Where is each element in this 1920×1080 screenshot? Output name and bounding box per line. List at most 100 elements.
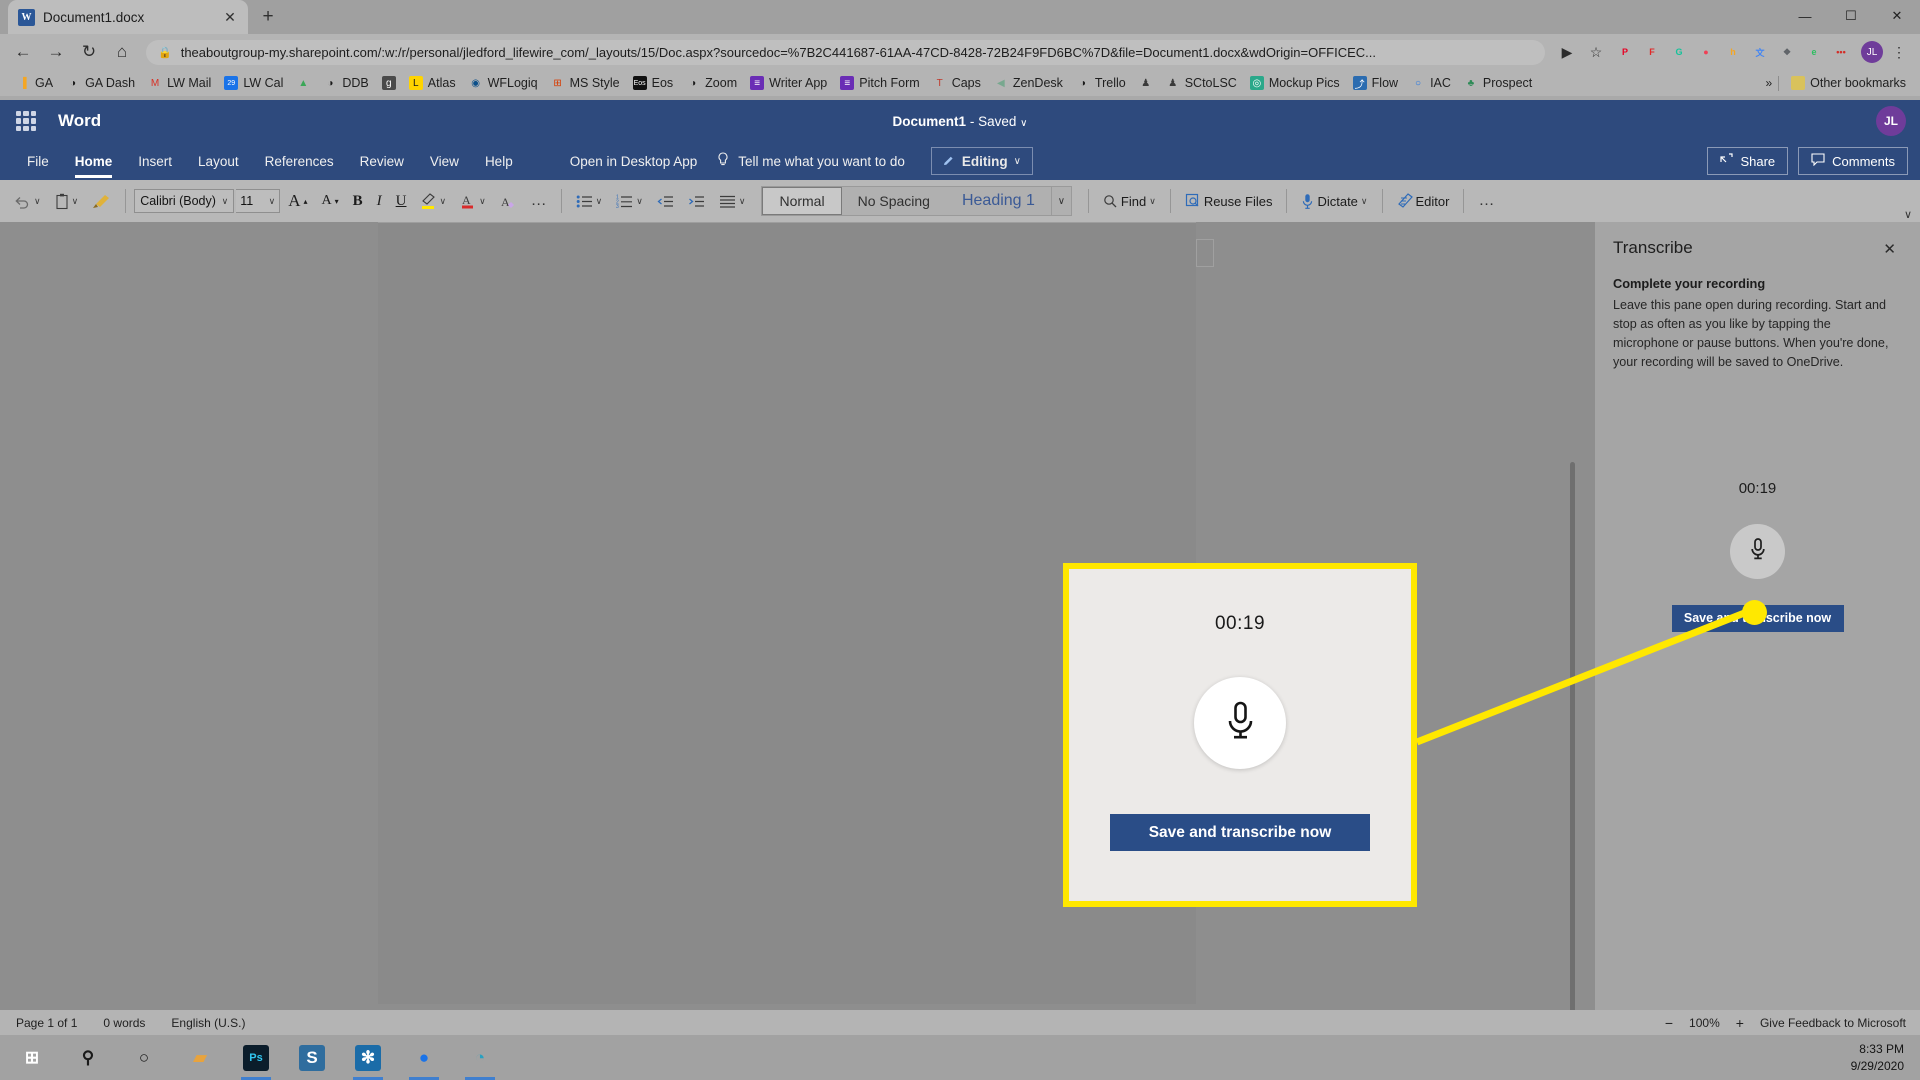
bookmark-item[interactable]: ⊞ MS Style — [545, 74, 626, 92]
media-cast-icon[interactable]: ▶ — [1554, 39, 1580, 65]
chevron-down-icon[interactable]: ∨ — [72, 196, 79, 207]
bookmark-item[interactable]: ◑ Trello — [1070, 74, 1132, 92]
grow-font-button[interactable]: A ▴ — [282, 187, 313, 215]
bookmark-item[interactable]: 29 LW Cal — [218, 74, 289, 92]
bookmark-item[interactable]: ◎ Mockup Pics — [1244, 74, 1346, 92]
bullet-list-button[interactable]: ∨ — [570, 190, 609, 213]
pinterest-extension[interactable]: P — [1612, 39, 1638, 65]
highlight-color-button[interactable]: ∨ — [414, 188, 452, 214]
feedback-link[interactable]: Give Feedback to Microsoft — [1760, 1016, 1906, 1030]
chevron-down-icon[interactable]: ∨ — [636, 196, 643, 207]
close-tab-icon[interactable]: ✕ — [222, 9, 238, 26]
save-state[interactable]: Saved — [978, 114, 1016, 129]
bookmarks-overflow-icon[interactable]: » — [1765, 76, 1772, 90]
back-icon[interactable]: ← — [8, 37, 38, 67]
bookmark-item[interactable]: g — [376, 74, 402, 92]
word-menu-help[interactable]: Help — [472, 146, 526, 177]
more-font-options-button[interactable]: … — [525, 188, 553, 214]
clear-formatting-button[interactable]: A — [494, 189, 523, 214]
word-brand-label[interactable]: Word — [58, 111, 101, 131]
find-button[interactable]: Find ∨ — [1097, 190, 1162, 213]
dictate-button[interactable]: Dictate ∨ — [1295, 189, 1373, 214]
bookmark-item[interactable]: M LW Mail — [142, 74, 217, 92]
style-no-spacing[interactable]: No Spacing — [842, 187, 946, 215]
reload-icon[interactable]: ↻ — [74, 37, 104, 67]
bookmark-item[interactable]: ⤴ Flow — [1347, 74, 1404, 92]
bookmark-star-icon[interactable]: ☆ — [1583, 39, 1609, 65]
reuse-files-button[interactable]: Reuse Files — [1179, 189, 1279, 213]
edge-icon[interactable]: ◔ — [452, 1035, 508, 1080]
font-name-select[interactable]: Calibri (Body) ∨ — [134, 189, 235, 213]
home-icon[interactable]: ⌂ — [107, 37, 137, 67]
style-normal[interactable]: Normal — [762, 187, 842, 215]
document-title[interactable]: Document1 — [893, 114, 967, 129]
callout-microphone-button[interactable] — [1194, 677, 1286, 769]
format-painter-button[interactable] — [86, 189, 117, 214]
bookmark-item[interactable]: ◑ DDB — [317, 74, 374, 92]
chevron-down-icon[interactable]: ∨ — [1020, 118, 1027, 129]
cortana-icon[interactable]: ○ — [116, 1035, 172, 1080]
slack-icon[interactable]: ✻ — [340, 1035, 396, 1080]
tell-me-search[interactable]: Tell me what you want to do — [707, 144, 915, 179]
bookmark-item[interactable]: L Atlas — [403, 74, 462, 92]
font-size-select[interactable]: 11 ∨ — [236, 189, 281, 213]
bookmark-item[interactable]: ○ IAC — [1405, 74, 1457, 92]
word-menu-review[interactable]: Review — [347, 146, 417, 177]
word-count[interactable]: 0 words — [103, 1016, 145, 1030]
zoom-in-button[interactable]: + — [1736, 1015, 1744, 1031]
editor-button[interactable]: Editor — [1391, 189, 1456, 213]
lastpass-extension[interactable]: ••• — [1828, 39, 1854, 65]
pocket-extension[interactable]: ● — [1693, 39, 1719, 65]
search-icon[interactable]: ⚲ — [60, 1035, 116, 1080]
file-explorer-icon[interactable]: ▰ — [172, 1035, 228, 1080]
app-launcher-icon[interactable] — [16, 111, 36, 131]
bold-button[interactable]: B — [347, 189, 369, 214]
styles-more-button[interactable]: ∨ — [1050, 187, 1071, 215]
address-bar[interactable]: 🔒 theaboutgroup-my.sharepoint.com/:w:/r/… — [146, 39, 1545, 65]
bookmark-item[interactable]: ◑ GA Dash — [60, 74, 141, 92]
flipboard-extension[interactable]: F — [1639, 39, 1665, 65]
chevron-down-icon[interactable]: ∨ — [1149, 196, 1156, 207]
puzzle-extension[interactable]: ❖ — [1774, 39, 1800, 65]
word-menu-references[interactable]: References — [252, 146, 347, 177]
bookmark-item[interactable]: ◀ ZenDesk — [988, 74, 1069, 92]
profile-avatar[interactable]: JL — [1861, 41, 1883, 63]
increase-indent-button[interactable] — [682, 190, 711, 213]
bookmark-item[interactable]: ◑ Zoom — [680, 74, 743, 92]
language-indicator[interactable]: English (U.S.) — [171, 1016, 245, 1030]
editing-mode-button[interactable]: Editing ∨ — [930, 147, 1033, 175]
chevron-down-icon[interactable]: ∨ — [479, 196, 486, 207]
collapse-ribbon-icon[interactable]: ∨ — [1904, 208, 1912, 221]
bookmark-item[interactable]: ≡ Pitch Form — [834, 74, 925, 92]
browser-tab[interactable]: W Document1.docx ✕ — [8, 0, 248, 34]
new-tab-button[interactable]: + — [254, 3, 282, 31]
bookmark-item[interactable]: ▲ — [290, 74, 316, 92]
honey-extension[interactable]: h — [1720, 39, 1746, 65]
italic-button[interactable]: I — [371, 189, 388, 214]
chrome-icon[interactable]: ● — [396, 1035, 452, 1080]
word-menu-insert[interactable]: Insert — [125, 146, 185, 177]
bookmark-item[interactable]: ◉ WFLogiq — [463, 74, 544, 92]
maximize-button[interactable]: ☐ — [1828, 0, 1874, 32]
word-menu-view[interactable]: View — [417, 146, 472, 177]
bookmark-item[interactable]: ♣ Prospect — [1458, 74, 1538, 92]
bookmark-item[interactable]: ♟ SCtoLSC — [1160, 74, 1243, 92]
comments-button[interactable]: Comments — [1798, 147, 1908, 175]
word-menu-home[interactable]: Home — [62, 146, 126, 178]
zoom-level[interactable]: 100% — [1689, 1016, 1720, 1030]
chevron-down-icon[interactable]: ∨ — [1361, 196, 1368, 207]
word-menu-layout[interactable]: Layout — [185, 146, 252, 177]
snagit-icon[interactable]: S — [284, 1035, 340, 1080]
bookmark-item[interactable]: T Caps — [927, 74, 987, 92]
grammarly-extension[interactable]: G — [1666, 39, 1692, 65]
start-button[interactable]: ⊞ — [4, 1035, 60, 1080]
photoshop-icon[interactable]: Ps — [228, 1035, 284, 1080]
bookmark-item[interactable]: ♟ — [1133, 74, 1159, 92]
translate-extension[interactable]: 文 — [1747, 39, 1773, 65]
paste-button[interactable]: ∨ — [49, 189, 85, 214]
undo-button[interactable]: ∨ — [8, 190, 47, 213]
taskbar-clock[interactable]: 8:33 PM 9/29/2020 — [1851, 1041, 1904, 1073]
decrease-indent-button[interactable] — [651, 190, 680, 213]
bookmark-item[interactable]: ▐ GA — [10, 74, 59, 92]
evernote-extension[interactable]: e — [1801, 39, 1827, 65]
